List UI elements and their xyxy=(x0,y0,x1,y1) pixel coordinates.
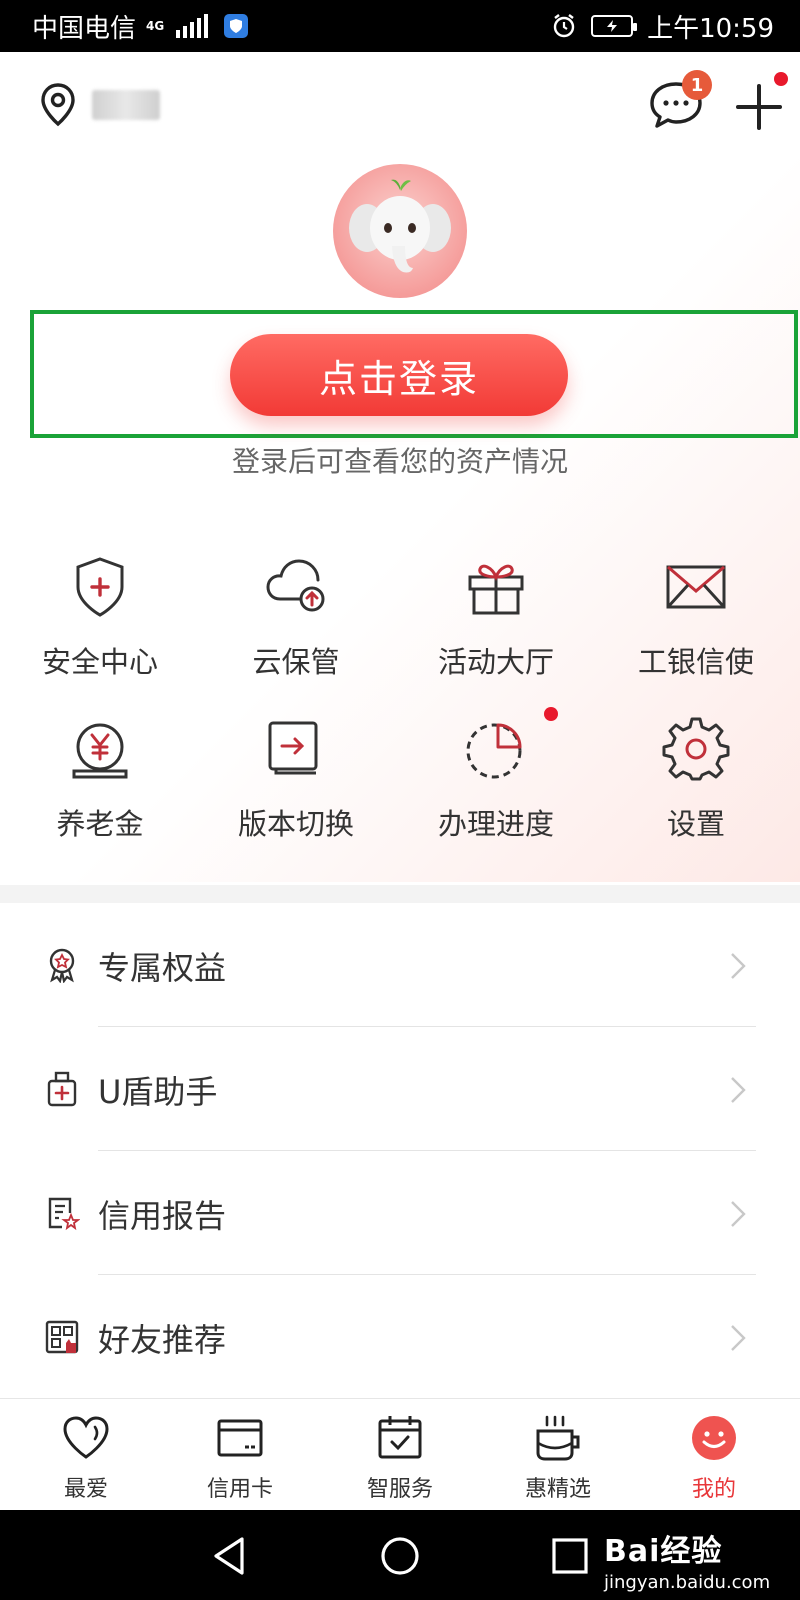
switch-arrow-icon xyxy=(268,721,318,775)
chevron-right-icon xyxy=(731,1325,746,1351)
tab-label: 信用卡 xyxy=(206,1477,273,1502)
watermark-brand: Bai经验 xyxy=(604,1534,723,1569)
quick-action-label: 养老金 xyxy=(56,807,144,841)
quick-action-cloud-storage[interactable]: 云保管 xyxy=(196,553,396,703)
tab-mine[interactable]: 我的 xyxy=(634,1399,794,1511)
carrier-name: 中国电信 xyxy=(32,13,137,44)
gift-icon xyxy=(468,564,524,615)
quick-action-icbc-messenger[interactable]: 工银信使 xyxy=(596,553,796,703)
tab-label: 智服务 xyxy=(366,1477,433,1502)
list-item-label: 好友推荐 xyxy=(98,1321,227,1359)
status-bar: 中国电信 4G 上午10:59 xyxy=(0,0,800,52)
notification-dot xyxy=(774,72,788,86)
quick-action-version-switch[interactable]: 版本切换 xyxy=(196,715,396,865)
section-divider xyxy=(0,885,800,903)
report-icon xyxy=(48,1197,80,1231)
tab-label: 最爱 xyxy=(63,1477,108,1502)
recents-icon[interactable] xyxy=(548,1534,592,1578)
battery-icon xyxy=(591,15,638,37)
clock-time: 上午10:59 xyxy=(647,13,774,44)
tab-credit-card[interactable]: 信用卡 xyxy=(160,1399,320,1511)
bottom-tab-bar: 最爱 信用卡 智服务 惠精选 我的 xyxy=(0,1398,800,1510)
back-icon[interactable] xyxy=(208,1534,252,1578)
yuan-coin-icon xyxy=(72,723,128,779)
security-app-icon xyxy=(224,14,249,38)
list-item-friend-referral[interactable]: 好友推荐 xyxy=(0,1275,800,1399)
quick-action-security-center[interactable]: 安全中心 xyxy=(0,553,200,703)
quick-action-label: 云保管 xyxy=(252,645,340,679)
home-icon[interactable] xyxy=(378,1534,422,1578)
medal-icon xyxy=(49,948,75,983)
quick-action-pension[interactable]: 养老金 xyxy=(0,715,200,865)
heart-icon xyxy=(63,1416,109,1459)
elephant-mascot-icon xyxy=(349,179,451,273)
alarm-icon xyxy=(553,14,575,38)
progress-notification-dot xyxy=(544,707,558,721)
qr-share-icon xyxy=(45,1320,79,1354)
quick-action-label: 工银信使 xyxy=(637,645,754,679)
list-item-credit-report[interactable]: 信用报告 xyxy=(0,1151,800,1275)
chevron-right-icon xyxy=(731,1201,746,1227)
network-type: 4G xyxy=(146,19,165,33)
quick-action-events-hall[interactable]: 活动大厅 xyxy=(396,553,596,703)
calendar-check-icon xyxy=(378,1416,422,1459)
envelope-icon xyxy=(666,565,726,609)
usb-key-icon xyxy=(47,1071,77,1107)
tab-label: 我的 xyxy=(691,1477,736,1502)
quick-action-label: 活动大厅 xyxy=(437,645,554,679)
list-item-label: 信用报告 xyxy=(98,1197,227,1235)
cloud-upload-icon xyxy=(266,559,325,612)
status-right: 上午10:59 xyxy=(551,8,774,45)
login-button[interactable]: 点击登录 xyxy=(230,334,568,416)
list-item-label: U盾助手 xyxy=(98,1073,218,1111)
list-item-exclusive-rights[interactable]: 专属权益 xyxy=(0,903,800,1027)
avatar[interactable] xyxy=(333,164,467,298)
list-item-label: 专属权益 xyxy=(98,949,227,987)
login-hint-text: 登录后可查看您的资产情况 xyxy=(231,445,568,478)
quick-action-label: 办理进度 xyxy=(437,807,554,841)
quick-action-label: 安全中心 xyxy=(41,645,158,679)
tab-favorites[interactable]: 最爱 xyxy=(6,1399,166,1511)
gear-icon xyxy=(662,717,730,781)
credit-card-icon xyxy=(217,1419,263,1457)
tab-label: 惠精选 xyxy=(524,1477,591,1502)
smiley-icon xyxy=(692,1416,736,1460)
signal-icon xyxy=(176,14,209,38)
list-item-ukey-assistant[interactable]: U盾助手 xyxy=(0,1027,800,1151)
chevron-right-icon xyxy=(731,953,746,979)
plus-icon[interactable] xyxy=(734,82,784,132)
location-name-blurred[interactable] xyxy=(92,90,160,120)
baidu-jingyan-watermark: Bai经验 jingyan.baidu.com xyxy=(604,1526,770,1593)
location-pin-icon[interactable] xyxy=(38,82,78,128)
quick-action-label: 设置 xyxy=(666,807,725,841)
watermark-url: jingyan.baidu.com xyxy=(604,1572,771,1593)
quick-action-settings[interactable]: 设置 xyxy=(596,715,796,865)
progress-pie-icon xyxy=(466,723,522,779)
quick-action-label: 版本切换 xyxy=(237,807,354,841)
tab-deals[interactable]: 惠精选 xyxy=(478,1399,638,1511)
status-left: 中国电信 4G xyxy=(32,8,249,45)
quick-action-progress[interactable]: 办理进度 xyxy=(396,715,596,865)
tab-smart-service[interactable]: 智服务 xyxy=(320,1399,480,1511)
message-count-badge: 1 xyxy=(682,70,712,100)
chevron-right-icon xyxy=(731,1077,746,1103)
shield-plus-icon xyxy=(76,557,124,617)
coffee-cup-icon xyxy=(536,1415,580,1461)
